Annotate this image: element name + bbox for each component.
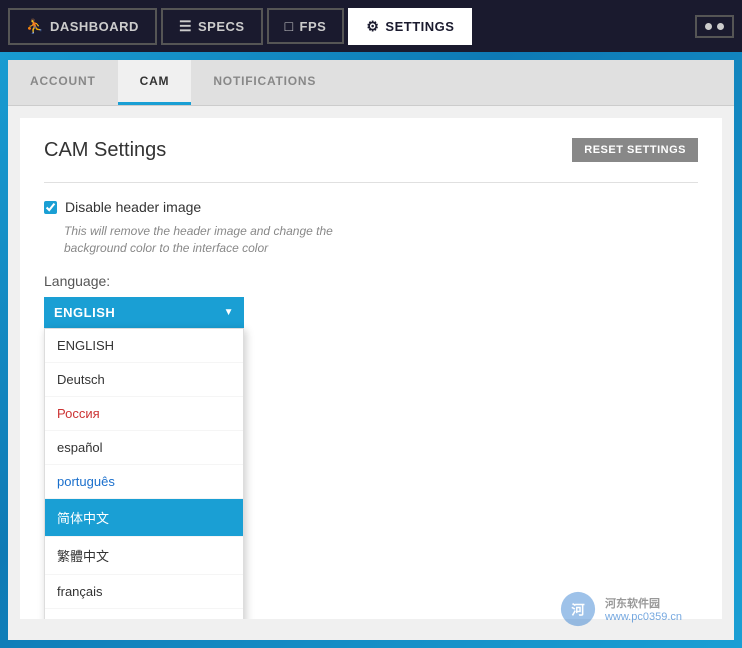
fps-icon: □ [285, 18, 294, 34]
lang-espanol[interactable]: español [45, 431, 243, 465]
top-nav: ⛹ DASHBOARD ☰ SPECS □ FPS ⚙ SETTINGS [0, 0, 742, 52]
dashboard-icon: ⛹ [26, 18, 44, 35]
divider [44, 182, 698, 183]
lang-deutsch[interactable]: Deutsch [45, 363, 243, 397]
settings-panel: CAM Settings RESET SETTINGS Disable head… [20, 118, 722, 619]
panel-title: CAM Settings [44, 139, 166, 162]
language-dropdown[interactable]: ENGLISH ▼ ENGLISH Deutsch Россия español… [44, 297, 244, 328]
dropdown-list: ENGLISH Deutsch Россия español português… [44, 328, 244, 619]
tab-cam[interactable]: CAM [118, 60, 192, 105]
specs-icon: ☰ [179, 18, 192, 35]
fps-button[interactable]: □ FPS [267, 8, 345, 44]
disable-header-checkbox[interactable] [44, 201, 57, 214]
tab-notifications[interactable]: NOTIFICATIONS [191, 60, 338, 105]
tab-account[interactable]: ACCOUNT [8, 60, 118, 105]
panel-header: CAM Settings RESET SETTINGS [44, 138, 698, 162]
reset-settings-button[interactable]: RESET SETTINGS [572, 138, 698, 162]
lang-english[interactable]: ENGLISH [45, 329, 243, 363]
lang-russia[interactable]: Россия [45, 397, 243, 431]
disable-header-row: Disable header image [44, 199, 698, 215]
specs-button[interactable]: ☰ SPECS [161, 8, 263, 45]
dropdown-selected[interactable]: ENGLISH ▼ [44, 297, 244, 328]
watermark: 河 河东软件园 www.pc0359.cn [559, 590, 682, 628]
settings-icon: ⚙ [366, 18, 379, 35]
lang-french[interactable]: français [45, 575, 243, 609]
nav-dots[interactable] [695, 15, 734, 38]
dot-1 [705, 23, 712, 30]
dot-2 [717, 23, 724, 30]
specs-label: SPECS [198, 19, 245, 34]
settings-label: SETTINGS [385, 19, 454, 34]
lang-traditional-chinese[interactable]: 繁體中文 [45, 537, 243, 575]
lang-japanese[interactable]: 日本語 [45, 609, 243, 619]
selected-language-text: ENGLISH [54, 305, 115, 320]
svg-text:河: 河 [571, 602, 585, 618]
tabs-bar: ACCOUNT CAM NOTIFICATIONS [8, 60, 734, 106]
checkbox-description: This will remove the header image and ch… [64, 223, 698, 257]
settings-button[interactable]: ⚙ SETTINGS [348, 8, 472, 45]
main-content: ACCOUNT CAM NOTIFICATIONS CAM Settings R… [8, 60, 734, 640]
language-label: Language: [44, 273, 698, 289]
dropdown-arrow-icon: ▼ [224, 307, 234, 318]
disable-header-label[interactable]: Disable header image [65, 199, 201, 215]
dashboard-label: DASHBOARD [50, 19, 139, 34]
watermark-logo: 河 [559, 590, 597, 628]
lang-portugues[interactable]: português [45, 465, 243, 499]
lang-simplified-chinese[interactable]: 简体中文 [45, 499, 243, 537]
watermark-text: 河东软件园 www.pc0359.cn [605, 595, 682, 623]
fps-label: FPS [300, 19, 327, 34]
dashboard-button[interactable]: ⛹ DASHBOARD [8, 8, 157, 45]
